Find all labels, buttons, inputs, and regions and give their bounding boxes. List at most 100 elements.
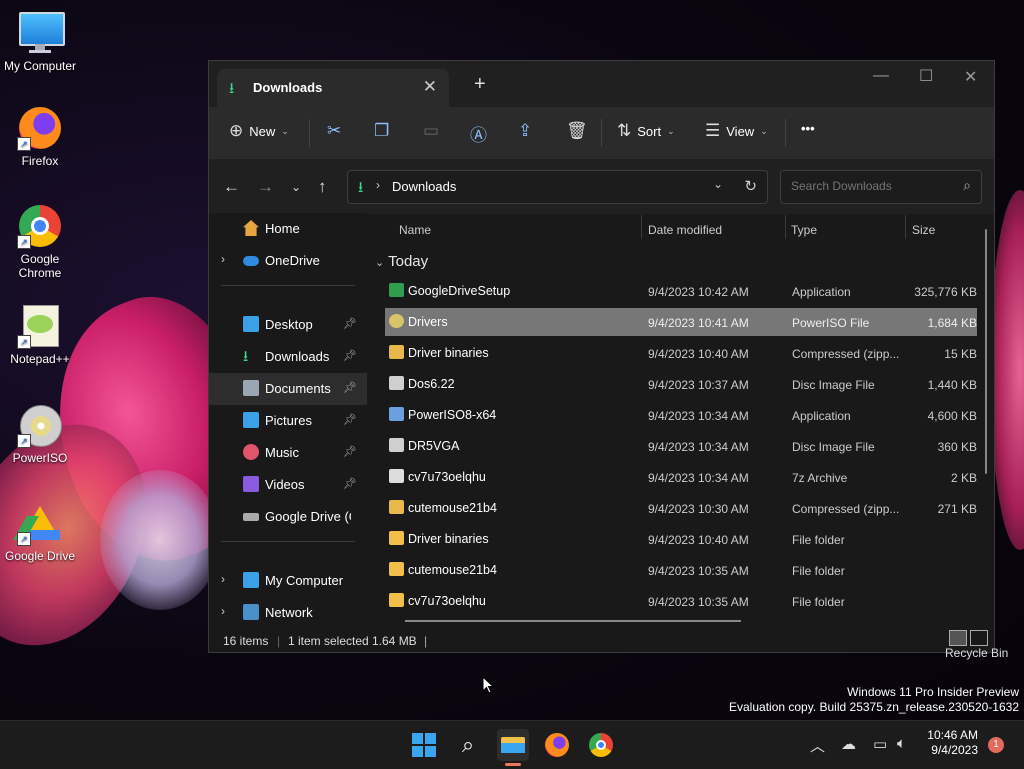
new-button[interactable]: ⊕ New ⌄ (229, 121, 289, 141)
address-dropdown-icon[interactable]: ⌄ (713, 177, 723, 191)
nav-item-pictures[interactable]: Pictures 📌︎ (209, 405, 367, 437)
pin-icon[interactable]: 📌︎ (343, 381, 357, 394)
nav-item-home[interactable]: Home (209, 213, 367, 245)
file-row[interactable]: Dos6.22 9/4/2023 10:37 AM Disc Image Fil… (385, 370, 977, 398)
sort-button[interactable]: ⇅ Sort ⌄ (617, 121, 675, 141)
close-tab-icon[interactable]: ✕ (423, 77, 437, 97)
file-row[interactable]: GoogleDriveSetup 9/4/2023 10:42 AM Appli… (385, 277, 977, 305)
desktop-icon-chrome[interactable]: ↗ Google Chrome (0, 203, 80, 280)
refresh-icon[interactable]: ↻ (744, 177, 757, 195)
details-view-icon[interactable] (949, 630, 967, 646)
file-row[interactable]: Driver binaries 9/4/2023 10:40 AM File f… (385, 525, 977, 553)
clock-time: 10:46 AM (927, 728, 978, 742)
tab-downloads[interactable]: ⭳ Downloads ✕ (217, 69, 449, 107)
share-button[interactable]: ⇪ (518, 121, 532, 141)
delete-button[interactable]: 🗑︎ (566, 121, 588, 141)
folder-icon (389, 562, 404, 576)
forward-arrow-icon[interactable]: → (257, 177, 274, 197)
file-icon (389, 407, 404, 421)
status-divider: | (424, 634, 428, 648)
paste-button[interactable]: ▭ (423, 121, 439, 141)
firefox-taskbar-icon[interactable] (541, 729, 573, 761)
rename-icon: Ⓐ (470, 126, 487, 145)
folder-icon (389, 531, 404, 545)
item-count: 16 items (223, 634, 269, 648)
desktop-icon-poweriso[interactable]: ↗ PowerISO (0, 402, 80, 465)
nav-item-documents[interactable]: Documents 📌︎ (209, 373, 367, 405)
nav-item-my-computer[interactable]: › My Computer (209, 565, 367, 597)
maximize-icon[interactable]: ☐ (919, 66, 933, 86)
desktop-icon-notepadpp[interactable]: ↗ Notepad++ (0, 303, 80, 366)
file-row[interactable]: cv7u73oelqhu 9/4/2023 10:35 AM File fold… (385, 587, 977, 615)
recent-chevron-icon[interactable]: ⌄ (291, 180, 301, 194)
column-header-name[interactable]: Name (399, 223, 431, 237)
address-bar[interactable]: ⭳ › Downloads ⌄ ↻ (347, 170, 768, 204)
show-hidden-icons-chevron-icon[interactable]: ︿ (810, 735, 825, 756)
expand-chevron-icon[interactable]: › (221, 604, 225, 618)
desktop-icon-label: Google Drive (4, 549, 76, 563)
pin-icon[interactable]: 📌︎ (343, 477, 357, 490)
pin-icon[interactable]: 📌︎ (343, 445, 357, 458)
desktop-icon-google-drive[interactable]: ↗ Google Drive (0, 500, 80, 563)
new-tab-button[interactable]: + (474, 73, 486, 96)
column-header-size[interactable]: Size (912, 223, 935, 237)
desktop-icon-firefox[interactable]: ↗ Firefox (0, 105, 80, 168)
file-explorer-window: ⭳ Downloads ✕ + — ☐ ✕ ⊕ New ⌄ ✂ ❐ ▭ Ⓐ ⇪ … (208, 60, 995, 653)
chrome-icon: ↗ (17, 203, 63, 249)
file-row[interactable]: Drivers 9/4/2023 10:41 AM PowerISO File … (385, 308, 977, 336)
volume-icon[interactable]: 🔈︎ (897, 735, 906, 752)
taskbar: ⌕ ︿ ☁ ▭ 🔈︎ 10:46 AM 9/4/2023 1 (0, 720, 1024, 769)
column-divider[interactable] (905, 215, 906, 239)
back-arrow-icon[interactable]: ← (223, 177, 240, 197)
column-divider[interactable] (641, 215, 642, 239)
rename-button[interactable]: Ⓐ (470, 121, 487, 146)
clock[interactable]: 10:46 AM 9/4/2023 (927, 728, 978, 758)
view-button[interactable]: ☰ View ⌄ (705, 121, 768, 141)
pin-icon[interactable]: 📌︎ (343, 413, 357, 426)
nav-item-desktop[interactable]: Desktop 📌︎ (209, 309, 367, 341)
onedrive-offline-icon[interactable]: ☁ (841, 735, 856, 753)
cut-button[interactable]: ✂ (327, 121, 341, 141)
file-row[interactable]: DR5VGA 9/4/2023 10:34 AM Disc Image File… (385, 432, 977, 460)
group-header-today[interactable]: ⌄ Today (375, 253, 428, 270)
vertical-scrollbar[interactable] (985, 229, 987, 474)
desktop-icon-my-computer[interactable]: My Computer (0, 10, 80, 73)
minimize-icon[interactable]: — (873, 67, 889, 85)
nav-item-google-drive[interactable]: Google Drive (G:) (209, 501, 367, 533)
file-explorer-taskbar-icon[interactable] (497, 729, 529, 766)
search-box[interactable]: ⌕ (780, 170, 982, 204)
os-watermark: Windows 11 Pro Insider Preview Evaluatio… (729, 685, 1019, 714)
search-taskbar-icon[interactable]: ⌕ (452, 729, 484, 761)
column-header-type[interactable]: Type (791, 223, 817, 237)
home-icon (243, 220, 259, 236)
pin-icon[interactable]: 📌︎ (343, 349, 357, 362)
notification-badge[interactable]: 1 (988, 737, 1004, 753)
shortcut-arrow-icon: ↗ (17, 335, 31, 349)
nav-item-music[interactable]: Music 📌︎ (209, 437, 367, 469)
recycle-bin-label[interactable]: Recycle Bin (945, 646, 1008, 660)
file-row[interactable]: Driver binaries 9/4/2023 10:40 AM Compre… (385, 339, 977, 367)
chrome-taskbar-icon[interactable] (585, 729, 617, 761)
shortcut-arrow-icon: ↗ (17, 235, 31, 249)
file-row[interactable]: cutemouse21b4 9/4/2023 10:35 AM File fol… (385, 556, 977, 584)
tiles-view-icon[interactable] (970, 630, 988, 646)
expand-chevron-icon[interactable]: › (221, 252, 225, 266)
column-divider[interactable] (785, 215, 786, 239)
start-button[interactable] (408, 729, 440, 761)
pin-icon[interactable]: 📌︎ (343, 317, 357, 330)
nav-item-onedrive[interactable]: › OneDrive (209, 245, 367, 277)
column-header-date[interactable]: Date modified (648, 223, 722, 237)
network-icon[interactable]: ▭ (873, 735, 887, 753)
file-row[interactable]: cutemouse21b4 9/4/2023 10:30 AM Compress… (385, 494, 977, 522)
expand-chevron-icon[interactable]: › (221, 572, 225, 586)
up-arrow-icon[interactable]: ↑ (318, 177, 327, 197)
close-window-icon[interactable]: ✕ (964, 67, 977, 87)
horizontal-scrollbar[interactable] (405, 620, 741, 622)
more-options-button[interactable]: ••• (801, 121, 815, 136)
search-input[interactable] (789, 178, 953, 194)
copy-button[interactable]: ❐ (374, 121, 389, 141)
nav-item-downloads[interactable]: ⭳ Downloads 📌︎ (209, 341, 367, 373)
nav-item-videos[interactable]: Videos 📌︎ (209, 469, 367, 501)
file-row[interactable]: cv7u73oelqhu 9/4/2023 10:34 AM 7z Archiv… (385, 463, 977, 491)
file-row[interactable]: PowerISO8-x64 9/4/2023 10:34 AM Applicat… (385, 401, 977, 429)
